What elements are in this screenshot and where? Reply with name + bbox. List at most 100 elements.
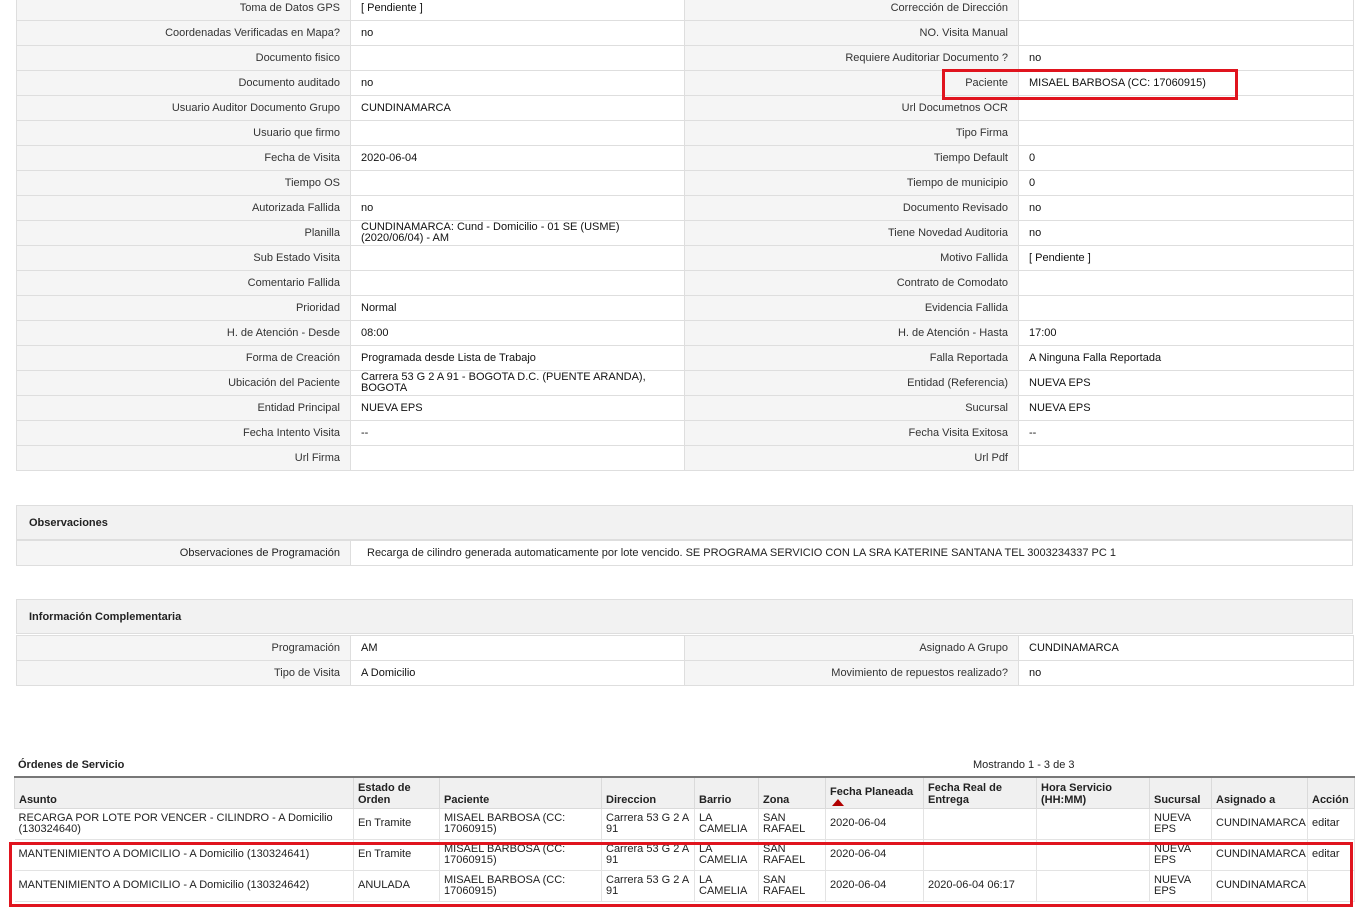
column-header[interactable]: Fecha Real de Entrega [923, 776, 1037, 809]
table-row: Usuario que firmo Tipo Firma [16, 120, 1354, 146]
column-header[interactable]: Barrio [694, 776, 759, 809]
field-label: Autorizada Fallida [16, 195, 351, 221]
order-sucursal-cell: NUEVA EPS [1149, 870, 1212, 902]
orders-table: Asunto Estado de Orden Paciente Direccion Ba… [14, 776, 1355, 902]
field-label: Usuario que firmo [16, 120, 351, 146]
order-asignado-cell: CUNDINAMARCA [1211, 839, 1308, 871]
order-paciente-cell: MISAEL BARBOSA (CC: 17060915) [439, 870, 602, 902]
order-asunto-cell: MANTENIMIENTO A DOMICILIO - A Domicilio … [14, 870, 354, 902]
field-value: 08:00 [350, 320, 685, 346]
field-label: Evidencia Fallida [684, 295, 1019, 321]
table-row: Url Firma Url Pdf [16, 445, 1354, 471]
field-label: Falla Reportada [684, 345, 1019, 371]
field-label: Forma de Creación [16, 345, 351, 371]
order-zona-cell: SAN RAFAEL [758, 808, 826, 840]
edit-link[interactable]: editar [1307, 808, 1355, 840]
order-zona-cell: SAN RAFAEL [758, 870, 826, 902]
field-value [1018, 445, 1354, 471]
sort-ascending-icon[interactable] [832, 798, 844, 806]
field-label: Url Firma [16, 445, 351, 471]
field-value: CUNDINAMARCA: Cund - Domicilio - 01 SE (… [350, 220, 685, 246]
info-complementaria-header: Información Complementaria [16, 599, 1353, 634]
field-value: NUEVA EPS [350, 395, 685, 421]
field-value: 0 [1018, 170, 1354, 196]
info-complementaria-table: Programación AM Asignado A Grupo CUNDINAMAR… [16, 635, 1354, 686]
column-header-label: Asunto [19, 793, 57, 806]
table-row: RECARGA POR LOTE POR VENCER - CILINDRO -… [14, 808, 1355, 840]
column-header-label: Fecha Real de Entrega [928, 781, 1002, 806]
column-header[interactable]: Asignado a [1211, 776, 1308, 809]
field-value: no [1018, 195, 1354, 221]
table-row: Tipo de Visita A Domicilio Movimiento de r… [16, 660, 1354, 686]
field-value [350, 170, 685, 196]
field-label: Tiempo OS [16, 170, 351, 196]
order-barrio-cell: LA CAMELIA [694, 870, 759, 902]
order-fecha-real-cell [923, 808, 1037, 840]
observaciones-table: Observaciones de Programación Recarga de… [16, 540, 1353, 566]
edit-link[interactable] [1307, 870, 1355, 902]
column-header[interactable]: Sucursal [1149, 776, 1212, 809]
column-header-label: Barrio [699, 793, 732, 806]
table-row: MANTENIMIENTO A DOMICILIO - A Domicilio … [14, 839, 1355, 871]
field-label: Sucursal [684, 395, 1019, 421]
column-header-label: Asignado a [1216, 793, 1276, 806]
table-row: Planilla CUNDINAMARCA: Cund - Domicilio -… [16, 220, 1354, 246]
field-value [1018, 270, 1354, 296]
table-row: Coordenadas Verificadas en Mapa? no NO. V… [16, 20, 1354, 46]
field-label: Asignado A Grupo [684, 635, 1019, 661]
field-label: Fecha Intento Visita [16, 420, 351, 446]
table-row: Toma de Datos GPS[ Pendiente ] Corrección… [16, 0, 1354, 21]
table-row: Forma de Creación Programada desde Lista … [16, 345, 1354, 371]
order-zona-cell: SAN RAFAEL [758, 839, 826, 871]
field-label: Requiere Auditoriar Documento ? [684, 45, 1019, 71]
field-value: Carrera 53 G 2 A 91 - BOGOTA D.C. (PUENT… [350, 370, 685, 396]
order-barrio-cell: LA CAMELIA [694, 808, 759, 840]
column-header-label: Estado de Orden [358, 781, 411, 806]
field-value: 17:00 [1018, 320, 1354, 346]
field-label: Fecha Visita Exitosa [684, 420, 1019, 446]
column-header[interactable]: Fecha Planeada [825, 776, 924, 809]
order-fecha-planeada-cell: 2020-06-04 [825, 839, 924, 871]
field-value: no [350, 195, 685, 221]
orders-title: Órdenes de Servicio [18, 759, 125, 771]
field-label: Url Pdf [684, 445, 1019, 471]
column-header[interactable]: Direccion [601, 776, 695, 809]
field-label: Documento fisico [16, 45, 351, 71]
column-header[interactable]: Estado de Orden [353, 776, 440, 809]
field-value [350, 445, 685, 471]
field-label: Planilla [16, 220, 351, 246]
table-row: Sub Estado Visita Motivo Fallida[ Pendien… [16, 245, 1354, 271]
field-label: Tiempo de municipio [684, 170, 1019, 196]
field-label: Url Documetnos OCR [684, 95, 1019, 121]
order-fecha-planeada-cell: 2020-06-04 [825, 870, 924, 902]
column-header-label: Hora Servicio (HH:MM) [1041, 781, 1112, 806]
order-paciente-cell: MISAEL BARBOSA (CC: 17060915) [439, 839, 602, 871]
field-value: CUNDINAMARCA [350, 95, 685, 121]
field-label: Ubicación del Paciente [16, 370, 351, 396]
order-fecha-planeada-cell: 2020-06-04 [825, 808, 924, 840]
column-header[interactable]: Zona [758, 776, 826, 809]
order-estado-cell: En Tramite [353, 808, 440, 840]
field-label: Documento auditado [16, 70, 351, 96]
observaciones-value: Recarga de cilindro generada automaticam… [350, 540, 1353, 566]
table-row: Prioridad Normal Evidencia Fallida [16, 295, 1354, 321]
column-header-label: Paciente [444, 793, 490, 806]
edit-link[interactable]: editar [1307, 839, 1355, 871]
column-header[interactable]: Acción [1307, 776, 1355, 809]
field-label: Movimiento de repuestos realizado? [684, 660, 1019, 686]
table-row: Documento fisico Requiere Auditoriar Docu… [16, 45, 1354, 71]
field-label: Paciente [684, 70, 1019, 96]
column-header-label: Sucursal [1154, 793, 1201, 806]
table-row: Observaciones de Programación Recarga de… [16, 540, 1353, 566]
order-hora-cell [1036, 839, 1150, 871]
column-header[interactable]: Hora Servicio (HH:MM) [1036, 776, 1150, 809]
table-row: Usuario Auditor Documento Grupo CUNDINAMA… [16, 95, 1354, 121]
field-label: Prioridad [16, 295, 351, 321]
order-fecha-real-cell [923, 839, 1037, 871]
order-hora-cell [1036, 870, 1150, 902]
column-header[interactable]: Asunto [14, 776, 354, 809]
field-value: no [350, 70, 685, 96]
table-row: Autorizada Fallida no Documento Revisado … [16, 195, 1354, 221]
column-header[interactable]: Paciente [439, 776, 602, 809]
field-value: -- [1018, 420, 1354, 446]
